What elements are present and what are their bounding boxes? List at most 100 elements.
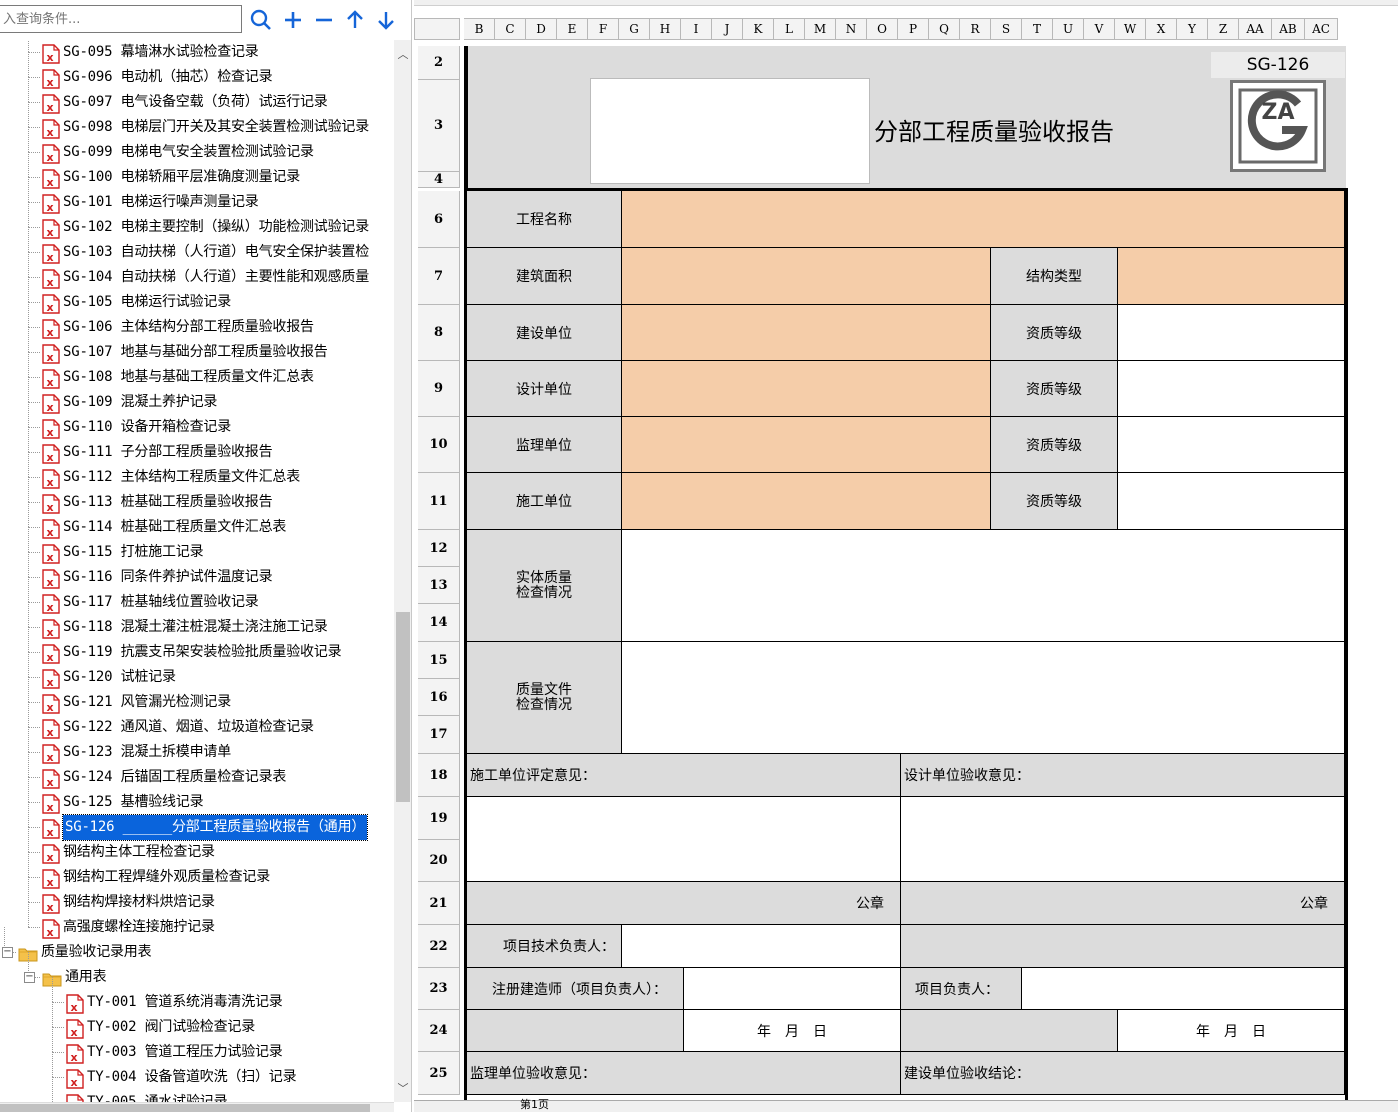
- column-header[interactable]: M: [805, 18, 836, 40]
- column-header[interactable]: R: [960, 18, 991, 40]
- row-header[interactable]: 15: [418, 642, 460, 679]
- row-header[interactable]: 13: [418, 567, 460, 604]
- row-header[interactable]: 21: [418, 882, 460, 925]
- collapse-toggle-icon[interactable]: −: [2, 947, 13, 958]
- column-header[interactable]: X: [1146, 18, 1177, 40]
- designer-field[interactable]: [622, 361, 991, 417]
- reg-engineer-field[interactable]: [684, 968, 901, 1010]
- tree-item[interactable]: x SG-109 混凝土养护记录: [0, 377, 394, 415]
- builder-qualification-field[interactable]: [1118, 305, 1345, 361]
- column-header[interactable]: H: [650, 18, 681, 40]
- tree-item[interactable]: x SG-114 桩基础工程质量文件汇总表: [0, 502, 394, 540]
- designer-qualification-field[interactable]: [1118, 361, 1345, 417]
- designer-opinion-field[interactable]: [901, 797, 1345, 882]
- column-header[interactable]: S: [991, 18, 1022, 40]
- contractor-field[interactable]: [622, 473, 991, 530]
- doc-quality-field[interactable]: [622, 642, 1345, 754]
- column-header[interactable]: I: [681, 18, 712, 40]
- column-header[interactable]: T: [1022, 18, 1053, 40]
- tree-item[interactable]: x SG-102 电梯主要控制（操纵）功能检测试验记录: [0, 202, 394, 240]
- column-header[interactable]: N: [836, 18, 867, 40]
- row-header[interactable]: 7: [418, 248, 460, 305]
- column-header[interactable]: E: [557, 18, 588, 40]
- tree-item[interactable]: 质量验收记录用表 −: [0, 927, 394, 965]
- tree-item[interactable]: x SG-113 桩基础工程质量验收报告: [0, 477, 394, 515]
- tree-vertical-scrollbar[interactable]: ︿ ﹀: [394, 40, 411, 1102]
- column-header[interactable]: B: [464, 18, 495, 40]
- row-header[interactable]: 17: [418, 716, 460, 754]
- row-header[interactable]: 14: [418, 604, 460, 642]
- column-header[interactable]: C: [495, 18, 526, 40]
- row-header[interactable]: 10: [418, 417, 460, 473]
- scroll-thumb[interactable]: [396, 612, 410, 802]
- designer-date[interactable]: 年 月 日: [1118, 1010, 1345, 1052]
- tree-horizontal-scrollbar[interactable]: [0, 1102, 394, 1112]
- search-icon[interactable]: [248, 6, 274, 34]
- row-header[interactable]: 2: [418, 46, 460, 80]
- tree-item[interactable]: x SG-116 同条件养护试件温度记录: [0, 552, 394, 590]
- building-area-field[interactable]: [622, 248, 991, 305]
- tree-item[interactable]: x TY-002 阀门试验检查记录: [0, 1002, 394, 1040]
- row-header[interactable]: 20: [418, 840, 460, 882]
- tree-item[interactable]: x 钢结构工程焊缝外观质量检查记录: [0, 852, 394, 890]
- row-header[interactable]: 9: [418, 361, 460, 417]
- tree-item[interactable]: x SG-097 电气设备空载（负荷）试运行记录: [0, 77, 394, 115]
- entity-quality-field[interactable]: [622, 530, 1345, 642]
- structure-type-field[interactable]: [1118, 248, 1345, 305]
- project-name-field[interactable]: [622, 191, 1345, 248]
- tree-item[interactable]: x TY-001 管道系统消毒清洗记录: [0, 977, 394, 1015]
- column-header[interactable]: Q: [929, 18, 960, 40]
- sheet-tab[interactable]: 第1页: [520, 1099, 549, 1111]
- supervisor-field[interactable]: [622, 417, 991, 473]
- collapse-toggle-icon[interactable]: −: [24, 972, 35, 983]
- contractor-qualification-field[interactable]: [1118, 473, 1345, 530]
- column-header[interactable]: V: [1084, 18, 1115, 40]
- column-header[interactable]: D: [526, 18, 557, 40]
- column-header[interactable]: AC: [1305, 18, 1338, 40]
- tree-item[interactable]: x SG-121 风管漏光检测记录: [0, 677, 394, 715]
- tree-item[interactable]: x TY-004 设备管道吹洗（扫）记录: [0, 1052, 394, 1090]
- tree-item[interactable]: x SG-110 设备开箱检查记录: [0, 402, 394, 440]
- tree-item[interactable]: x SG-108 地基与基础工程质量文件汇总表: [0, 352, 394, 390]
- plus-icon[interactable]: [280, 6, 306, 34]
- column-header[interactable]: P: [898, 18, 929, 40]
- row-header[interactable]: 3: [418, 80, 460, 172]
- column-header[interactable]: Z: [1208, 18, 1239, 40]
- tree-item[interactable]: x SG-103 自动扶梯（人行道）电气安全保护装置检: [0, 227, 394, 265]
- hscroll-thumb[interactable]: [0, 1104, 370, 1112]
- row-header[interactable]: 6: [418, 191, 460, 248]
- row-header[interactable]: 4: [418, 172, 460, 188]
- tree-item[interactable]: x TY-003 管道工程压力试验记录: [0, 1027, 394, 1065]
- column-header[interactable]: F: [588, 18, 619, 40]
- supervisor-qualification-field[interactable]: [1118, 417, 1345, 473]
- column-header[interactable]: W: [1115, 18, 1146, 40]
- tree-item[interactable]: x SG-120 试桩记录: [0, 652, 394, 690]
- tree-item[interactable]: x SG-107 地基与基础分部工程质量验收报告: [0, 327, 394, 365]
- tree-item[interactable]: x SG-099 电梯电气安全装置检测试验记录: [0, 127, 394, 165]
- tree-item[interactable]: x 高强度螺栓连接施拧记录: [0, 902, 394, 940]
- column-header[interactable]: G: [619, 18, 650, 40]
- search-input[interactable]: [0, 5, 242, 33]
- row-header[interactable]: 16: [418, 679, 460, 716]
- column-header[interactable]: L: [774, 18, 805, 40]
- arrow-up-icon[interactable]: [342, 6, 368, 34]
- contractor-date[interactable]: 年 月 日: [684, 1010, 901, 1052]
- tree-item[interactable]: x SG-100 电梯轿厢平层准确度测量记录: [0, 152, 394, 190]
- column-header[interactable]: U: [1053, 18, 1084, 40]
- tree-item[interactable]: xTY-005 通水试验记录: [0, 1077, 394, 1102]
- column-header[interactable]: Y: [1177, 18, 1208, 40]
- tree-item[interactable]: x SG-118 混凝土灌注桩混凝土浇注施工记录: [0, 602, 394, 640]
- tech-lead-field[interactable]: [622, 925, 901, 968]
- tree-item[interactable]: 通用表 −: [0, 952, 394, 990]
- row-header[interactable]: 8: [418, 305, 460, 361]
- column-header[interactable]: K: [743, 18, 774, 40]
- row-header[interactable]: 22: [418, 925, 460, 968]
- tree-item[interactable]: x SG-126 ______分部工程质量验收报告（通用）: [0, 802, 394, 841]
- column-header[interactable]: J: [712, 18, 743, 40]
- builder-field[interactable]: [622, 305, 991, 361]
- column-header[interactable]: AA: [1239, 18, 1272, 40]
- contractor-opinion-field[interactable]: [467, 797, 901, 882]
- tree-item[interactable]: x SG-117 桩基轴线位置验收记录: [0, 577, 394, 615]
- arrow-down-icon[interactable]: [373, 6, 399, 34]
- row-header[interactable]: 25: [418, 1052, 460, 1095]
